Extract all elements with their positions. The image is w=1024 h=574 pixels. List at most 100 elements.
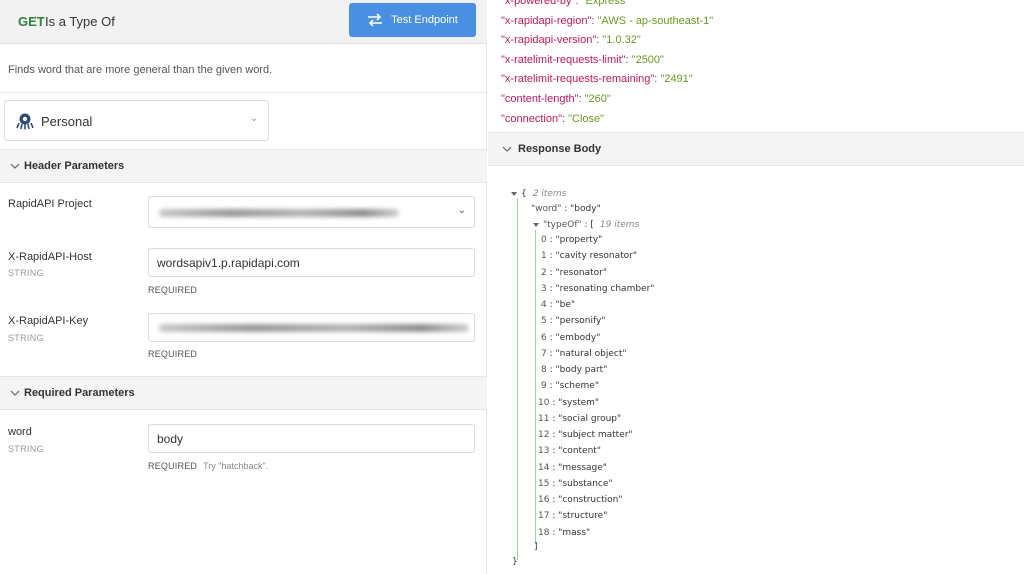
json-array-item: 15 : "substance" — [538, 478, 613, 489]
header-key: "x-ratelimit-requests-remaining" — [501, 73, 655, 86]
account-select[interactable]: Personal ⌄ — [4, 100, 269, 141]
json-value: "cavity resonator" — [555, 251, 637, 262]
json-value: "personify" — [555, 316, 606, 327]
json-typeof-open: [ — [590, 220, 594, 230]
json-typeof-close: ] — [534, 542, 538, 552]
json-array-item: 6 : "embody" — [541, 332, 601, 343]
project-label: RapidAPI Project — [8, 198, 92, 210]
json-array-item: 13 : "content" — [538, 446, 601, 457]
json-value: "content" — [558, 446, 601, 457]
response-header-line: "x-rapidapi-version": "1.0.32" — [501, 34, 641, 46]
json-array-item: 17 : "structure" — [538, 511, 608, 522]
key-required: REQUIRED — [148, 349, 198, 359]
json-index: 9 — [541, 381, 547, 392]
redacted-project-value — [159, 209, 399, 217]
json-index: 4 — [541, 300, 547, 310]
json-index: 17 — [538, 511, 550, 522]
json-array-item: 3 : "resonating chamber" — [541, 283, 655, 294]
json-value: "embody" — [555, 332, 601, 343]
rapidapi-logo-icon — [16, 113, 34, 130]
chevron-down-icon — [10, 163, 20, 169]
key-input[interactable] — [148, 313, 475, 342]
json-index: 8 — [541, 365, 547, 375]
json-value: "natural object" — [555, 348, 627, 359]
json-key: "typeOf" — [543, 220, 582, 230]
json-array-item: 9 : "scheme" — [541, 381, 599, 392]
header-value: "2491" — [660, 73, 693, 86]
json-array-item: 11 : "social group" — [538, 413, 622, 424]
host-required: REQUIRED — [148, 285, 198, 295]
header-key: "content-length" — [501, 93, 579, 105]
header-key: "connection" — [501, 112, 563, 125]
json-array-item: 14 : "message" — [538, 462, 607, 473]
project-select[interactable]: ⌄ — [148, 196, 475, 228]
json-index: 2 — [541, 267, 547, 278]
json-word-row: "word" : "body" — [531, 204, 601, 214]
json-root-close: } — [512, 557, 518, 567]
header-value: "Close" — [568, 112, 605, 125]
json-value: "mass" — [558, 527, 591, 538]
json-key: "word" — [531, 204, 562, 214]
json-array-item: 18 : "mass" — [538, 527, 591, 538]
json-array-item: 4 : "be" — [541, 300, 576, 310]
json-value: "substance" — [558, 478, 613, 489]
response-header-line: "connection": "Close" — [501, 113, 604, 125]
json-value: "system" — [558, 397, 600, 408]
header-key: "x-rapidapi-region" — [501, 14, 592, 27]
header-value: "2500" — [631, 53, 664, 66]
json-value: "be" — [555, 300, 576, 310]
json-value: "construction" — [558, 495, 623, 505]
json-value: "scheme" — [555, 381, 599, 392]
json-index: 0 — [541, 235, 547, 245]
json-value: "social group" — [558, 413, 622, 424]
json-index: 1 — [541, 251, 547, 262]
chevron-down-icon — [10, 390, 20, 396]
json-index: 3 — [541, 283, 547, 294]
account-select-label: Personal — [41, 114, 93, 129]
json-array-item: 8 : "body part" — [541, 365, 608, 375]
header-parameters-title: Header Parameters — [24, 160, 125, 172]
json-array-item: 5 : "personify" — [541, 316, 606, 327]
header-value: "260" — [584, 93, 611, 105]
chevron-down-icon — [502, 146, 512, 152]
caret-down-icon — [533, 222, 539, 227]
json-value: "message" — [558, 462, 607, 473]
response-body-toggle[interactable]: Response Body — [488, 132, 1024, 166]
word-input[interactable]: body — [148, 424, 475, 453]
response-body-title: Response Body — [518, 143, 602, 155]
json-index: 7 — [541, 348, 547, 359]
word-required-label: REQUIRED — [148, 461, 198, 471]
json-index: 14 — [538, 462, 550, 473]
json-value: "subject matter" — [558, 430, 633, 440]
json-index: 18 — [538, 527, 550, 538]
test-endpoint-label: Test Endpoint — [391, 14, 458, 26]
swap-arrows-icon — [368, 13, 383, 27]
json-array-item: 7 : "natural object" — [541, 348, 627, 359]
json-root-count: 2 items — [532, 189, 567, 199]
json-array-item: 2 : "resonator" — [541, 267, 607, 278]
header-key: "x-powered-by" — [501, 0, 576, 7]
required-parameters-title: Required Parameters — [24, 387, 135, 399]
host-input[interactable]: wordsapiv1.p.rapidapi.com — [148, 248, 475, 277]
host-label: X-RapidAPI-Host — [8, 251, 92, 263]
json-root-toggle[interactable]: {2 items — [511, 189, 566, 199]
response-header-line: "x-powered-by": "Express" — [501, 0, 629, 7]
header-parameters-toggle[interactable]: Header Parameters — [0, 149, 487, 183]
chevron-down-icon: ⌄ — [249, 113, 258, 124]
json-value: "resonating chamber" — [555, 283, 655, 294]
json-value: "body" — [570, 204, 601, 214]
key-label: X-RapidAPI-Key — [8, 315, 89, 327]
word-required: REQUIRED Try "hatchback". — [148, 461, 268, 471]
test-endpoint-button[interactable]: Test Endpoint — [349, 3, 476, 37]
json-typeof-toggle[interactable]: "typeOf" : [19 items — [533, 220, 639, 230]
required-parameters-toggle[interactable]: Required Parameters — [0, 376, 487, 410]
redacted-key-value — [159, 324, 469, 332]
json-array-item: 0 : "property" — [541, 235, 603, 245]
json-array-item: 12 : "subject matter" — [538, 430, 633, 440]
endpoint-title: Is a Type Of — [45, 14, 115, 29]
json-typeof-count: 19 items — [599, 220, 640, 230]
json-value: "resonator" — [555, 267, 607, 278]
response-panel: "x-powered-by": "Express" "x-rapidapi-reg… — [488, 0, 1024, 574]
json-index: 13 — [538, 446, 550, 457]
word-type: STRING — [8, 444, 44, 454]
